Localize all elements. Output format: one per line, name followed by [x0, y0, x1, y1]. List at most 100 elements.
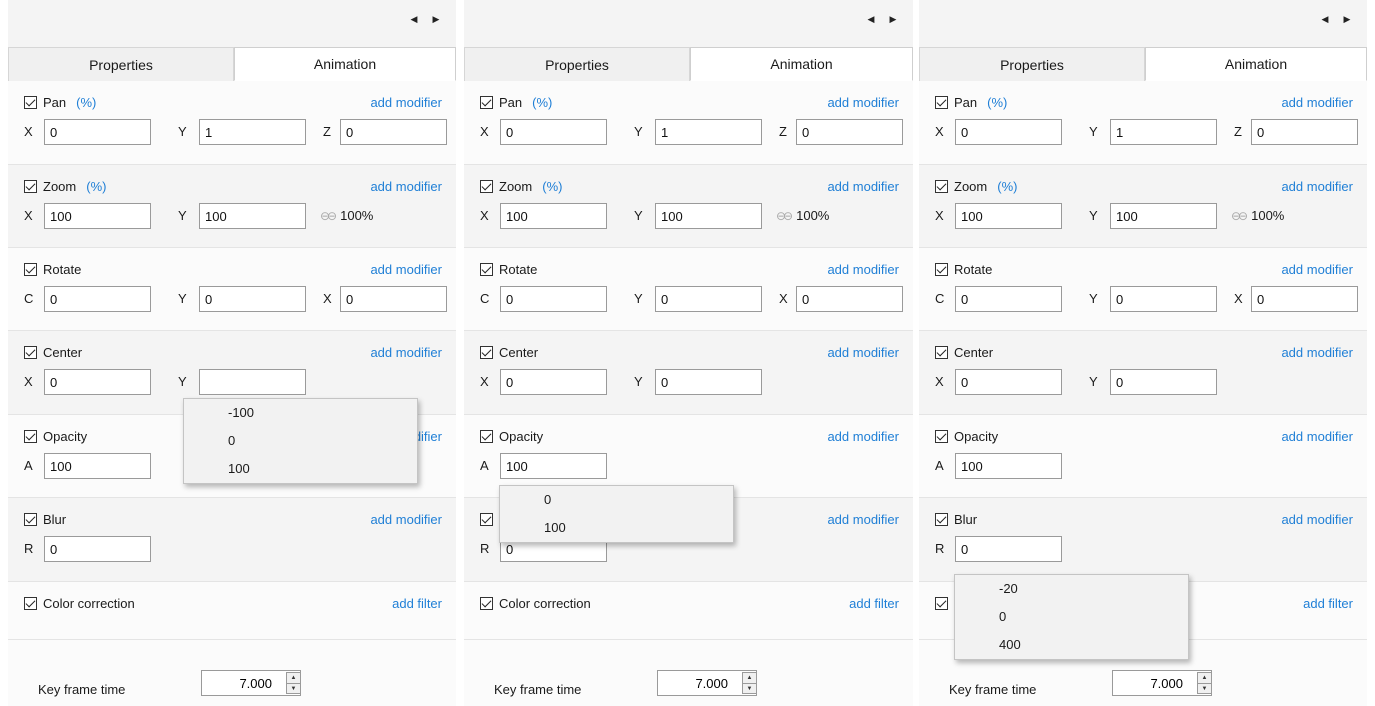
spin-up-icon[interactable]: ▲ [743, 673, 756, 683]
center-y-input[interactable] [655, 369, 762, 395]
center-checkbox[interactable] [935, 346, 948, 359]
center-checkbox[interactable] [480, 346, 493, 359]
chevron-left-icon[interactable]: ◀ [865, 12, 877, 26]
dropdown-option[interactable]: 100 [500, 514, 733, 542]
tab-animation[interactable]: Animation [1145, 47, 1367, 81]
spin-down-icon[interactable]: ▼ [287, 683, 300, 693]
add-modifier-link[interactable]: add modifier [827, 345, 899, 360]
add-modifier-link[interactable]: add modifier [827, 262, 899, 277]
add-modifier-link[interactable]: add modifier [370, 95, 442, 110]
center-x-input[interactable] [500, 369, 607, 395]
tab-animation[interactable]: Animation [690, 47, 913, 81]
zoom-x-input[interactable] [955, 203, 1062, 229]
center-checkbox[interactable] [24, 346, 37, 359]
rotate-x-input[interactable] [796, 286, 903, 312]
zoom-x-input[interactable] [500, 203, 607, 229]
center-x-input[interactable] [44, 369, 151, 395]
add-modifier-link[interactable]: add modifier [827, 429, 899, 444]
add-modifier-link[interactable]: add modifier [1281, 512, 1353, 527]
center-y-input[interactable] [1110, 369, 1217, 395]
key-frame-time-spinner[interactable]: ▲ ▼ [286, 672, 301, 694]
chevron-right-icon[interactable]: ▶ [887, 12, 899, 26]
chevron-left-icon[interactable]: ◀ [408, 12, 420, 26]
rotate-x-input[interactable] [340, 286, 447, 312]
pan-checkbox[interactable] [935, 96, 948, 109]
rotate-checkbox[interactable] [935, 263, 948, 276]
tab-properties[interactable]: Properties [464, 47, 690, 81]
center-y-input[interactable] [199, 369, 306, 395]
dropdown-option[interactable]: 400 [955, 631, 1188, 659]
add-modifier-link[interactable]: add modifier [1281, 262, 1353, 277]
zoom-link[interactable]: ⊖⊖ 100% [776, 208, 829, 223]
color-correction-checkbox[interactable] [480, 597, 493, 610]
add-modifier-link[interactable]: add modifier [1281, 429, 1353, 444]
dropdown-option[interactable]: 0 [500, 486, 733, 514]
pan-x-input[interactable] [955, 119, 1062, 145]
rotate-c-input[interactable] [500, 286, 607, 312]
add-modifier-link[interactable]: add modifier [1281, 95, 1353, 110]
rotate-c-input[interactable] [955, 286, 1062, 312]
pan-y-input[interactable] [655, 119, 762, 145]
add-modifier-link[interactable]: add modifier [370, 179, 442, 194]
dropdown-option[interactable]: 0 [955, 603, 1188, 631]
zoom-y-input[interactable] [199, 203, 306, 229]
rotate-x-input[interactable] [1251, 286, 1358, 312]
spin-down-icon[interactable]: ▼ [1198, 683, 1211, 693]
add-filter-link[interactable]: add filter [1303, 596, 1353, 611]
pan-checkbox[interactable] [24, 96, 37, 109]
opacity-a-input[interactable] [44, 453, 151, 479]
blur-r-input[interactable] [44, 536, 151, 562]
pan-z-input[interactable] [796, 119, 903, 145]
chevron-right-icon[interactable]: ▶ [1341, 12, 1353, 26]
key-frame-time-spinner[interactable]: ▲ ▼ [742, 672, 757, 694]
dropdown-option[interactable]: -100 [184, 399, 417, 427]
color-correction-checkbox[interactable] [24, 597, 37, 610]
add-modifier-link[interactable]: add modifier [370, 262, 442, 277]
opacity-a-input[interactable] [500, 453, 607, 479]
zoom-checkbox[interactable] [935, 180, 948, 193]
pan-x-input[interactable] [500, 119, 607, 145]
blur-checkbox[interactable] [480, 513, 493, 526]
pan-y-input[interactable] [199, 119, 306, 145]
rotate-c-input[interactable] [44, 286, 151, 312]
pan-z-input[interactable] [340, 119, 447, 145]
add-modifier-link[interactable]: add modifier [1281, 179, 1353, 194]
spin-up-icon[interactable]: ▲ [287, 673, 300, 683]
zoom-x-input[interactable] [44, 203, 151, 229]
add-modifier-link[interactable]: add modifier [370, 512, 442, 527]
opacity-checkbox[interactable] [935, 430, 948, 443]
add-filter-link[interactable]: add filter [849, 596, 899, 611]
zoom-y-input[interactable] [655, 203, 762, 229]
dropdown-option[interactable]: 0 [184, 427, 417, 455]
rotate-y-input[interactable] [1110, 286, 1217, 312]
blur-r-input[interactable] [955, 536, 1062, 562]
rotate-checkbox[interactable] [24, 263, 37, 276]
add-modifier-link[interactable]: add modifier [1281, 345, 1353, 360]
zoom-checkbox[interactable] [480, 180, 493, 193]
pan-y-input[interactable] [1110, 119, 1217, 145]
rotate-y-input[interactable] [655, 286, 762, 312]
add-modifier-link[interactable]: add modifier [827, 95, 899, 110]
opacity-checkbox[interactable] [480, 430, 493, 443]
spin-down-icon[interactable]: ▼ [743, 683, 756, 693]
chevron-left-icon[interactable]: ◀ [1319, 12, 1331, 26]
add-modifier-link[interactable]: add modifier [827, 512, 899, 527]
tab-animation[interactable]: Animation [234, 47, 456, 81]
color-correction-checkbox[interactable] [935, 597, 948, 610]
key-frame-time-spinner[interactable]: ▲ ▼ [1197, 672, 1212, 694]
pan-x-input[interactable] [44, 119, 151, 145]
chevron-right-icon[interactable]: ▶ [430, 12, 442, 26]
zoom-link[interactable]: ⊖⊖ 100% [1231, 208, 1284, 223]
blur-checkbox[interactable] [935, 513, 948, 526]
rotate-y-input[interactable] [199, 286, 306, 312]
add-filter-link[interactable]: add filter [392, 596, 442, 611]
dropdown-option[interactable]: 100 [184, 455, 417, 483]
add-modifier-link[interactable]: add modifier [827, 179, 899, 194]
center-x-input[interactable] [955, 369, 1062, 395]
spin-up-icon[interactable]: ▲ [1198, 673, 1211, 683]
zoom-checkbox[interactable] [24, 180, 37, 193]
zoom-y-input[interactable] [1110, 203, 1217, 229]
pan-checkbox[interactable] [480, 96, 493, 109]
tab-properties[interactable]: Properties [8, 47, 234, 81]
tab-properties[interactable]: Properties [919, 47, 1145, 81]
